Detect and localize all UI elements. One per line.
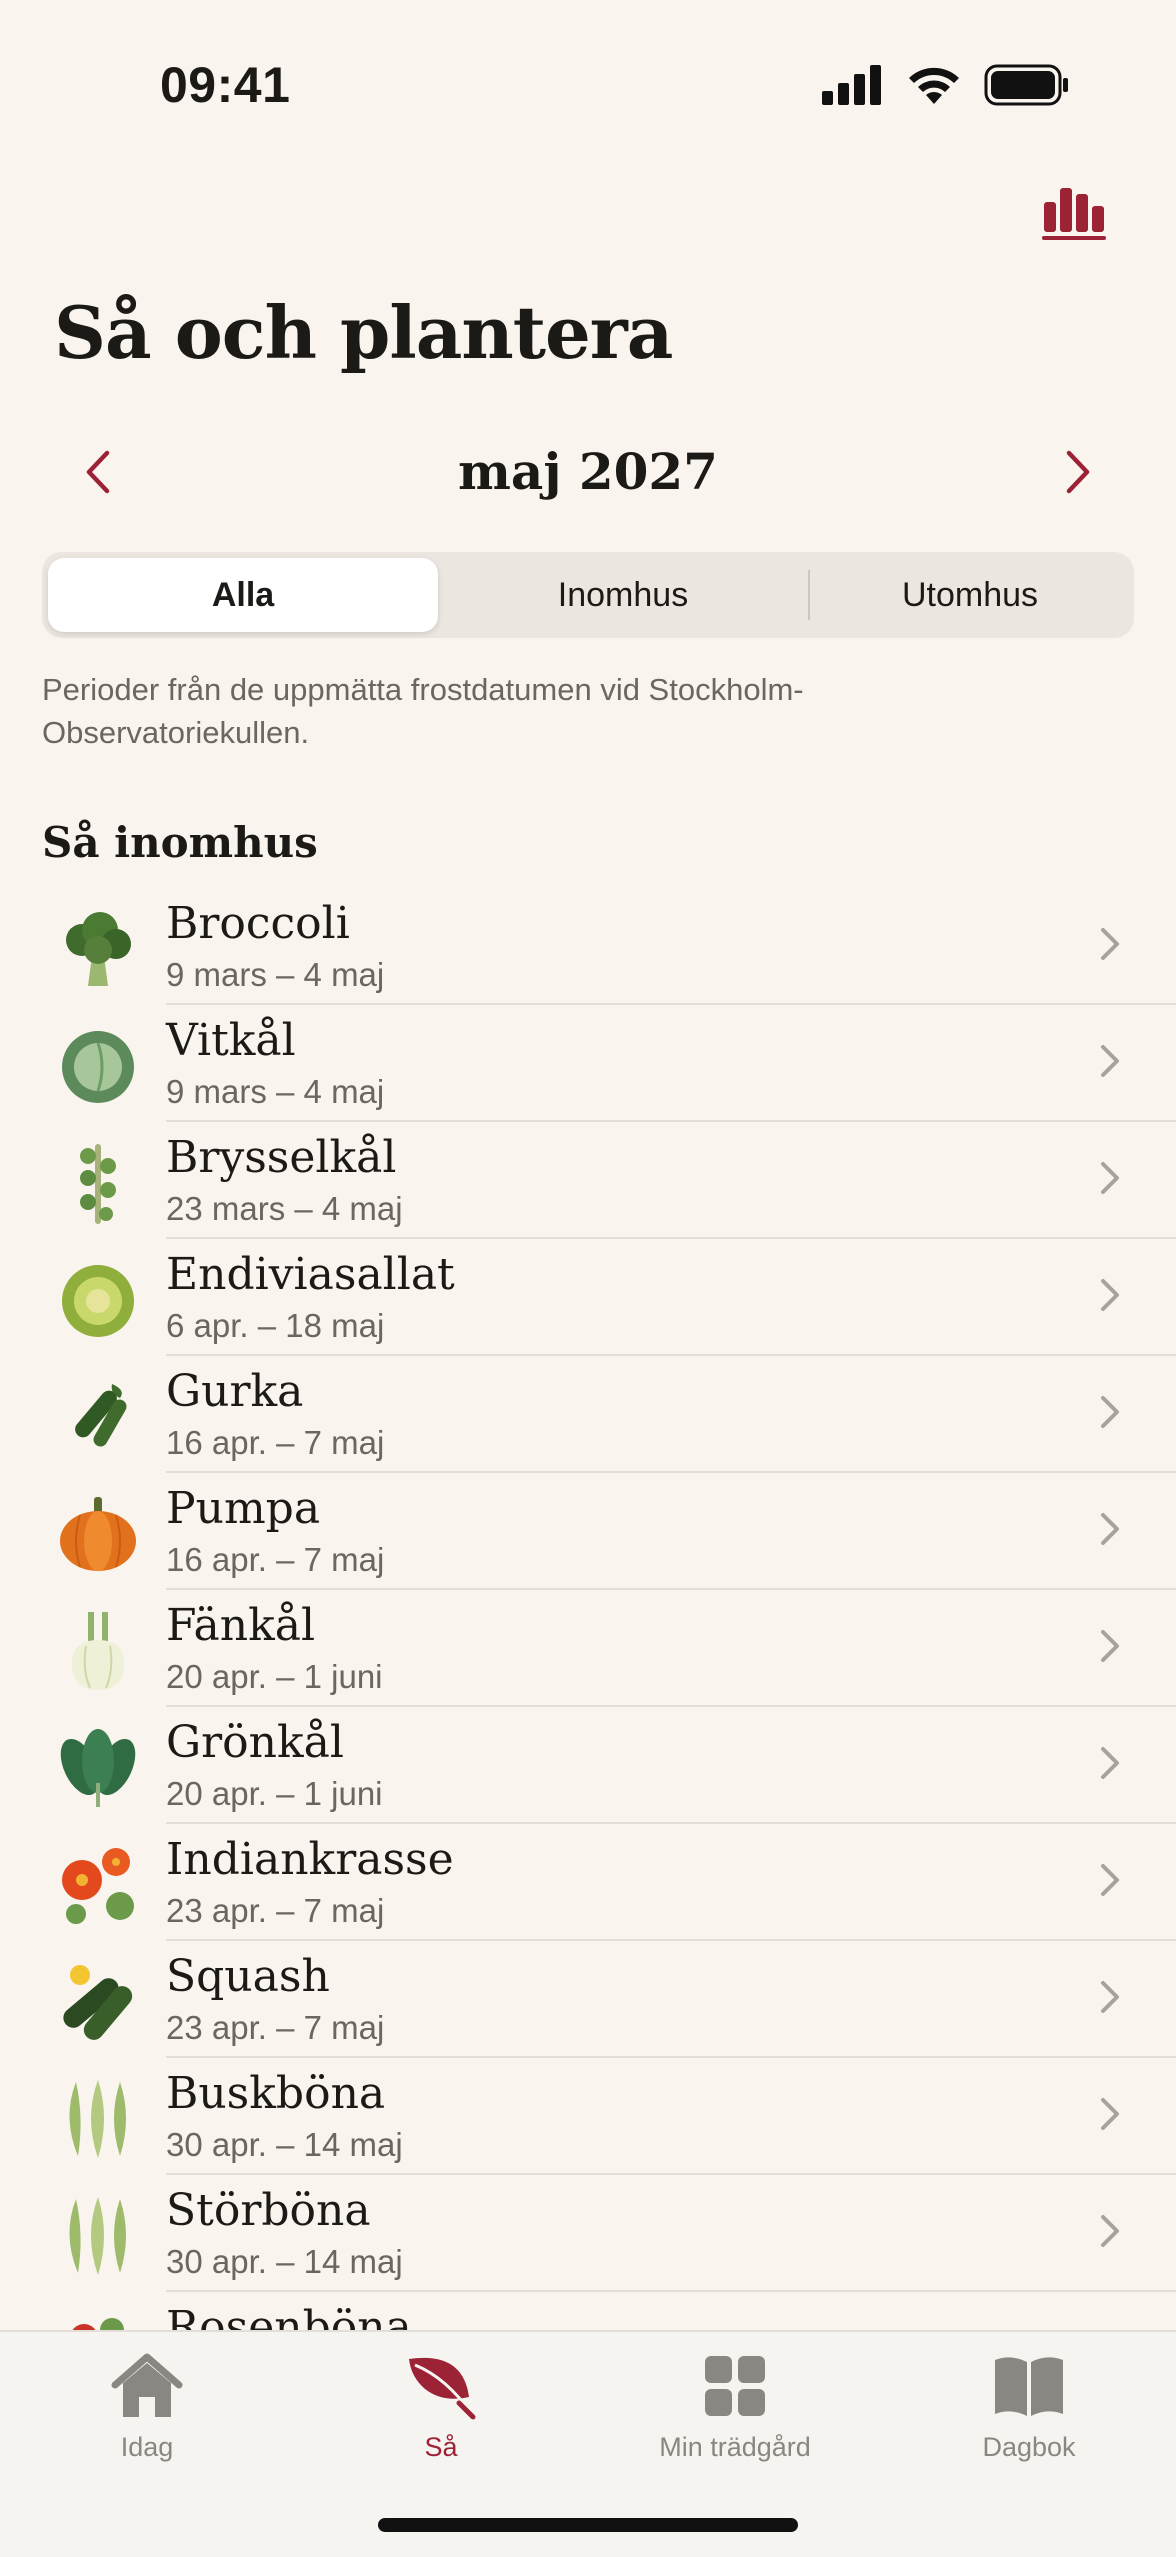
- next-month-button[interactable]: [1038, 432, 1118, 512]
- cabbage-icon: [62, 1031, 134, 1103]
- plant-date-range: 6 apr. – 18 maj: [166, 1307, 385, 1344]
- battery-icon: [984, 64, 1068, 106]
- status-bar: 09:41: [0, 0, 1176, 170]
- tab-idag[interactable]: Idag: [0, 2350, 294, 2490]
- brussels-sprouts-icon: [80, 1144, 116, 1224]
- plant-name: Broccoli: [166, 898, 350, 949]
- chevron-right-icon: [1101, 2215, 1119, 2247]
- list-item[interactable]: Brysselkål 23 mars – 4 maj: [0, 1122, 1176, 1239]
- plant-name: Grönkål: [166, 1717, 344, 1768]
- list-item[interactable]: Broccoli 9 mars – 4 maj: [0, 888, 1176, 1005]
- list-item[interactable]: Pumpa 16 apr. – 7 maj: [0, 1473, 1176, 1590]
- chevron-right-icon: [1101, 1045, 1119, 1077]
- segment-utomhus[interactable]: Utomhus: [812, 558, 1128, 632]
- list-item[interactable]: Buskböna 30 apr. – 14 maj: [0, 2058, 1176, 2175]
- segment-inomhus[interactable]: Inomhus: [442, 558, 804, 632]
- section-title: Så inomhus: [42, 818, 318, 867]
- list-item[interactable]: Endiviasallat 6 apr. – 18 maj: [0, 1239, 1176, 1356]
- nasturtium-icon: [62, 1848, 134, 1924]
- segment-divider: [808, 570, 810, 620]
- plant-date-range: 20 apr. – 1 juni: [166, 1775, 383, 1812]
- book-icon: [995, 2357, 1063, 2416]
- plant-name: Indiankrasse: [166, 1834, 454, 1885]
- plant-name: Buskböna: [166, 2068, 386, 2119]
- tab-sa[interactable]: Så: [294, 2350, 588, 2490]
- chevron-right-icon: [1101, 1513, 1119, 1545]
- grid-icon: [705, 2356, 765, 2416]
- chevron-right-icon: [1066, 450, 1090, 494]
- list-item[interactable]: Vitkål 9 mars – 4 maj: [0, 1005, 1176, 1122]
- plant-date-range: 23 apr. – 7 maj: [166, 1892, 385, 1929]
- plant-name: Pumpa: [166, 1483, 321, 1534]
- pumpkin-icon: [60, 1497, 136, 1571]
- plant-name: Störböna: [166, 2185, 371, 2236]
- plant-date-range: 9 mars – 4 maj: [166, 1073, 385, 1110]
- cucumber-icon: [75, 1384, 127, 1447]
- chevron-right-icon: [1101, 1864, 1119, 1896]
- list-item[interactable]: Gurka 16 apr. – 7 maj: [0, 1356, 1176, 1473]
- bean-icon: [69, 2197, 126, 2275]
- fennel-icon: [72, 1612, 124, 1690]
- page-title: Så och plantera: [54, 290, 673, 375]
- segment-alla[interactable]: Alla: [48, 558, 438, 632]
- leaf-icon: [409, 2357, 477, 2420]
- plant-date-range: 16 apr. – 7 maj: [166, 1424, 385, 1461]
- chevron-right-icon: [1101, 1162, 1119, 1194]
- plant-name: Brysselkål: [166, 1132, 397, 1183]
- tab-min-tradgard[interactable]: Min trädgård: [588, 2350, 882, 2490]
- plant-name: Endiviasallat: [166, 1249, 455, 1300]
- statistics-button[interactable]: [1040, 176, 1110, 246]
- frost-date-note: Perioder från de uppmätta frostdatumen v…: [42, 672, 804, 750]
- plant-name: Gurka: [166, 1366, 304, 1417]
- status-icons: [822, 64, 1070, 106]
- chevron-right-icon: [1101, 1630, 1119, 1662]
- chevron-right-icon: [1101, 1279, 1119, 1311]
- house-icon: [111, 2353, 183, 2417]
- list-item[interactable]: Squash 23 apr. – 7 maj: [0, 1941, 1176, 2058]
- tab-label: Min trädgård: [659, 2432, 811, 2462]
- bean-icon: [69, 2080, 126, 2158]
- plant-date-range: 30 apr. – 14 maj: [166, 2126, 403, 2163]
- wifi-icon: [909, 67, 959, 104]
- chevron-right-icon: [1101, 1981, 1119, 2013]
- month-navigation: maj 2027: [0, 432, 1176, 512]
- list-item[interactable]: Grönkål 20 apr. – 1 juni: [0, 1707, 1176, 1824]
- tab-label: Dagbok: [982, 2432, 1076, 2462]
- chevron-right-icon: [1101, 1747, 1119, 1779]
- month-label: maj 2027: [458, 442, 718, 501]
- list-item[interactable]: Störböna 30 apr. – 14 maj: [0, 2175, 1176, 2292]
- plant-name: Vitkål: [166, 1015, 296, 1066]
- home-indicator: [378, 2518, 798, 2532]
- plant-date-range: 23 apr. – 7 maj: [166, 2009, 385, 2046]
- chevron-right-icon: [1101, 928, 1119, 960]
- tab-label: Så: [424, 2432, 458, 2462]
- tab-label: Idag: [120, 2432, 174, 2462]
- endive-icon: [62, 1265, 134, 1337]
- kale-icon: [60, 1729, 136, 1807]
- plant-date-range: 30 apr. – 14 maj: [166, 2243, 403, 2280]
- filter-segmented-control: Alla Inomhus Utomhus: [42, 552, 1134, 638]
- plant-date-range: 20 apr. – 1 juni: [166, 1658, 383, 1695]
- list-item[interactable]: Indiankrasse 23 apr. – 7 maj: [0, 1824, 1176, 1941]
- status-time: 09:41: [160, 57, 291, 113]
- bar-chart-icon: [1042, 188, 1106, 240]
- plant-list: Broccoli 9 mars – 4 maj Vitkål 9 mars – …: [0, 888, 1176, 2409]
- plant-name: Fänkål: [166, 1600, 316, 1651]
- chevron-right-icon: [1101, 1396, 1119, 1428]
- plant-date-range: 23 mars – 4 maj: [166, 1190, 403, 1227]
- list-item[interactable]: Fänkål 20 apr. – 1 juni: [0, 1590, 1176, 1707]
- cellular-signal-icon: [822, 65, 881, 105]
- plant-name: Squash: [166, 1951, 330, 2002]
- tab-dagbok[interactable]: Dagbok: [882, 2350, 1176, 2490]
- plant-date-range: 9 mars – 4 maj: [166, 956, 385, 993]
- plant-date-range: 16 apr. – 7 maj: [166, 1541, 385, 1578]
- chevron-right-icon: [1101, 2098, 1119, 2130]
- broccoli-icon: [66, 912, 131, 986]
- zucchini-icon: [63, 1965, 133, 2040]
